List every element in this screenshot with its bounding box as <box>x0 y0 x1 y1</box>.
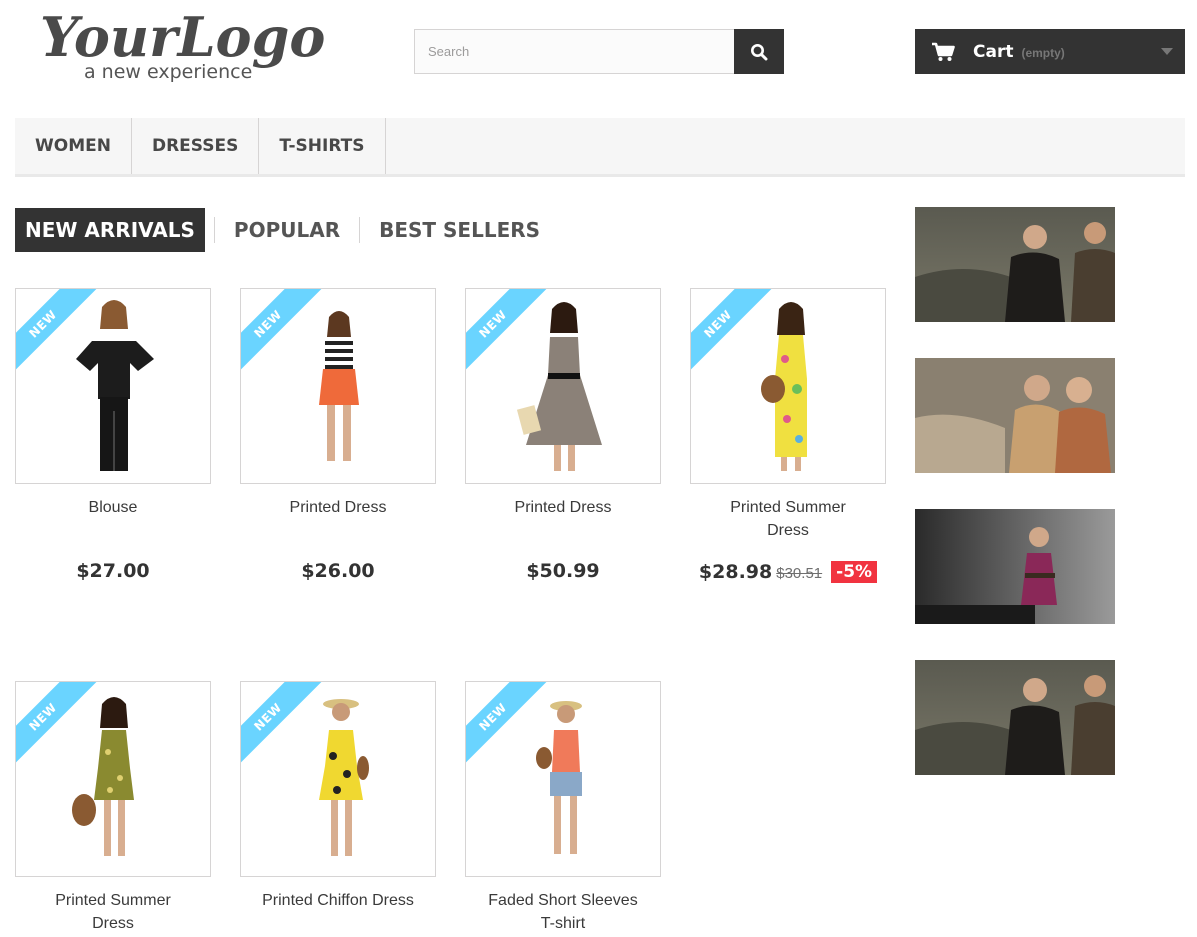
product-tabs: NEW ARRIVALS POPULAR BEST SELLERS <box>15 208 550 252</box>
product-image[interactable]: NEW <box>15 288 211 484</box>
new-ribbon: NEW <box>241 289 327 375</box>
price-row: $27.00 <box>15 560 211 582</box>
banner-photo-woman <box>915 509 1115 624</box>
cart-label: Cart <box>973 41 1014 62</box>
banner-photo-couple <box>915 207 1115 322</box>
new-ribbon: NEW <box>466 289 552 375</box>
menu-item-tshirts[interactable]: T-SHIRTS <box>259 118 386 174</box>
product-image[interactable]: NEW <box>240 288 436 484</box>
product-image[interactable]: NEW <box>240 681 436 877</box>
discount-badge: -5% <box>831 561 878 583</box>
tab-best-sellers[interactable]: BEST SELLERS <box>369 208 550 252</box>
search-button[interactable] <box>734 29 784 74</box>
new-ribbon: NEW <box>16 289 102 375</box>
new-ribbon: NEW <box>691 289 777 375</box>
new-ribbon: NEW <box>466 682 552 768</box>
promo-banner-4[interactable] <box>915 660 1115 775</box>
price-row: $26.00 <box>240 560 436 582</box>
product-price: $50.99 <box>526 560 600 582</box>
product-name[interactable]: Printed Dress <box>465 496 661 519</box>
search-input[interactable] <box>414 29 734 74</box>
magnifier-icon <box>751 43 768 60</box>
old-price: $30.51 <box>776 565 823 582</box>
product-price: $27.00 <box>76 560 150 582</box>
tab-divider <box>213 217 215 243</box>
product-name[interactable]: Printed Chiffon Dress <box>240 889 436 912</box>
logo-tagline: a new experience <box>84 61 252 83</box>
banner-photo-couple <box>915 660 1115 775</box>
cart-button[interactable]: Cart (empty) <box>915 29 1185 74</box>
product-image[interactable]: NEW <box>15 681 211 877</box>
product-name[interactable]: Printed Summer Dress <box>15 889 211 935</box>
logo-text: YourLogo <box>40 5 325 69</box>
search-bar <box>414 29 784 74</box>
product-name[interactable]: Printed Summer Dress <box>690 496 886 542</box>
site-logo[interactable]: YourLogo a new experience <box>38 4 338 86</box>
caret-down-icon[interactable] <box>1161 48 1173 55</box>
product-image[interactable]: NEW <box>690 288 886 484</box>
tab-popular[interactable]: POPULAR <box>224 208 350 252</box>
new-ribbon: NEW <box>16 682 102 768</box>
promo-banner-3[interactable] <box>915 509 1115 624</box>
menu-item-dresses[interactable]: DRESSES <box>132 118 260 174</box>
price-row: $28.98 $30.51 -5% <box>690 561 886 583</box>
product-image[interactable]: NEW <box>465 288 661 484</box>
banner-photo-friends <box>915 358 1115 473</box>
tab-divider <box>359 217 361 243</box>
product-image[interactable]: NEW <box>465 681 661 877</box>
product-name[interactable]: Blouse <box>15 496 211 519</box>
product-price: $28.98 <box>698 561 773 583</box>
promo-banner-1[interactable] <box>915 207 1115 322</box>
product-name[interactable]: Faded Short Sleeves T-shirt <box>465 889 661 935</box>
product-price: $26.00 <box>301 560 375 582</box>
promo-banner-2[interactable] <box>915 358 1115 473</box>
product-name[interactable]: Printed Dress <box>240 496 436 519</box>
tab-new-arrivals[interactable]: NEW ARRIVALS <box>15 208 205 252</box>
new-ribbon: NEW <box>241 682 327 768</box>
shopping-cart-icon <box>932 42 955 61</box>
price-row: $50.99 <box>465 560 661 582</box>
menu-item-women[interactable]: WOMEN <box>15 118 132 174</box>
cart-status: (empty) <box>1021 46 1065 60</box>
main-menu: WOMEN DRESSES T-SHIRTS <box>15 118 1185 177</box>
